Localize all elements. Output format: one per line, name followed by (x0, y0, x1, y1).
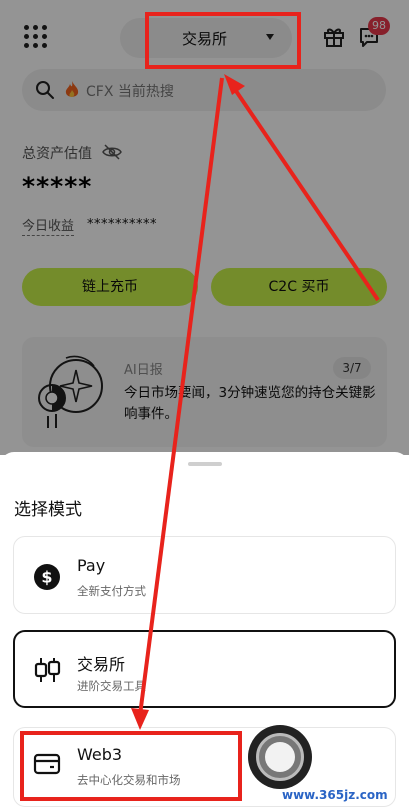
candlestick-icon (34, 658, 61, 682)
dollar-circle-icon: $ (34, 564, 60, 590)
sheet-drag-handle[interactable] (188, 462, 222, 466)
mode-option-name: 交易所 (77, 655, 126, 674)
app-screen: 交易所 98 CFX 当前热搜 总资产估值 ***** 今日收益 *******… (0, 0, 409, 807)
mode-option-name: Pay (77, 556, 106, 575)
floating-button-core (265, 742, 295, 772)
svg-text:$: $ (41, 568, 52, 587)
mode-option-exchange[interactable] (13, 630, 396, 708)
annotation-highlight-mode-switcher (145, 12, 301, 69)
site-watermark: www.365jz.com (282, 788, 388, 802)
sheet-title: 选择模式 (14, 500, 82, 520)
annotation-highlight-web3 (20, 731, 242, 801)
mode-option-pay[interactable] (13, 536, 396, 614)
mode-option-desc: 进阶交易工具 (77, 679, 146, 693)
mode-option-desc: 全新支付方式 (77, 584, 146, 598)
